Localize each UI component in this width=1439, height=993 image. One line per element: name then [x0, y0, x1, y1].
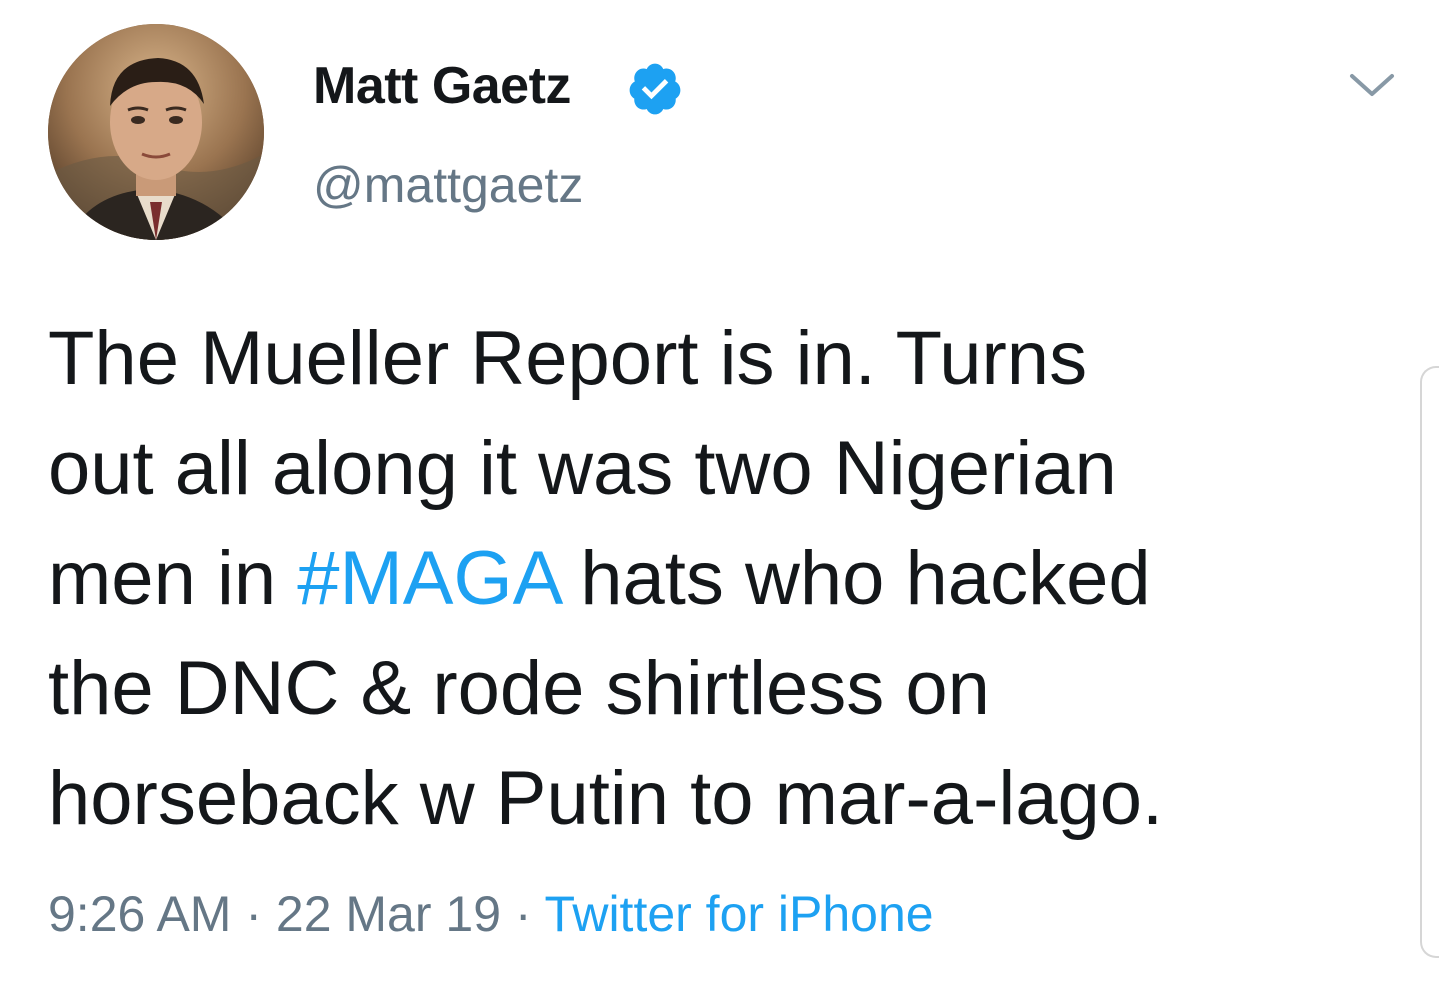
avatar[interactable] [48, 24, 264, 240]
tweet-text-line: the DNC & rode shirtless on [48, 646, 990, 731]
tweet-card: Matt Gaetz @mattgaetz The Mueller Report… [0, 0, 1439, 993]
display-name[interactable]: Matt Gaetz [313, 56, 571, 116]
tweet-text-segment: men in [48, 536, 298, 621]
avatar-image [48, 24, 264, 240]
tweet-time[interactable]: 9:26 AM [48, 886, 231, 942]
tweet-text-segment: hats who hacked [559, 536, 1151, 621]
tweet-text-line: men in #MAGA hats who hacked [48, 524, 1388, 634]
chevron-down-icon[interactable] [1346, 66, 1398, 104]
tweet-text-line: The Mueller Report is in. Turns [48, 316, 1088, 401]
tweet-date[interactable]: 22 Mar 19 [276, 886, 501, 942]
meta-separator: · [231, 886, 276, 942]
side-panel-edge [1420, 366, 1439, 958]
tweet-text-line: out all along it was two Nigerian [48, 426, 1117, 511]
meta-separator: · [501, 886, 545, 942]
user-handle[interactable]: @mattgaetz [313, 156, 583, 214]
tweet-text-line: horseback w Putin to mar-a-lago. [48, 756, 1164, 841]
verified-badge-icon [629, 63, 681, 115]
tweet-source-link[interactable]: Twitter for iPhone [545, 886, 934, 942]
tweet-meta: 9:26 AM · 22 Mar 19 · Twitter for iPhone [48, 885, 934, 943]
hashtag-link[interactable]: #MAGA [297, 536, 559, 621]
tweet-text: The Mueller Report is in. Turns out all … [48, 304, 1388, 854]
